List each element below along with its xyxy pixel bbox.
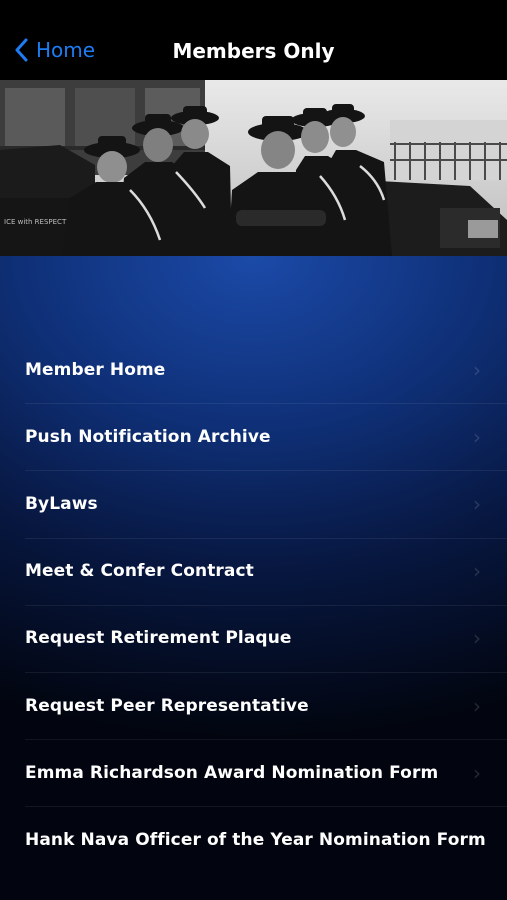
hero-image-text: ICE with RESPECT <box>4 218 67 226</box>
menu-item-push-notification-archive[interactable]: Push Notification Archive › <box>0 403 507 470</box>
page-title: Members Only <box>172 39 335 63</box>
menu-item-bylaws[interactable]: ByLaws › <box>0 470 507 537</box>
menu-item-hank-nava-officer-of-year-form[interactable]: Hank Nava Officer of the Year Nomination… <box>0 806 507 873</box>
menu-item-member-home[interactable]: Member Home › <box>0 336 507 403</box>
menu-item-label: ByLaws <box>25 493 98 514</box>
chevron-right-icon: › <box>473 760 481 785</box>
menu-item-label: Request Retirement Plaque <box>25 628 292 649</box>
chevron-right-icon: › <box>473 693 481 718</box>
members-menu-list: Member Home › Push Notification Archive … <box>0 336 507 874</box>
chevron-right-icon: › <box>473 357 481 382</box>
menu-item-emma-richardson-award-form[interactable]: Emma Richardson Award Nomination Form › <box>0 739 507 806</box>
menu-item-label: Request Peer Representative <box>25 695 309 716</box>
members-only-screen: Home Members Only ICE with RESPECT Membe… <box>0 0 507 900</box>
chevron-right-icon: › <box>473 491 481 516</box>
chevron-right-icon: › <box>473 424 481 449</box>
menu-item-label: Emma Richardson Award Nomination Form <box>25 762 439 783</box>
navigation-bar: Home Members Only <box>0 0 507 80</box>
menu-item-request-peer-representative[interactable]: Request Peer Representative › <box>0 671 507 739</box>
hero-banner: ICE with RESPECT <box>0 80 507 256</box>
chevron-right-icon: › <box>473 559 481 584</box>
menu-item-label: Hank Nava Officer of the Year Nomination… <box>25 829 486 850</box>
chevron-right-icon: › <box>473 827 481 852</box>
menu-item-label: Member Home <box>25 359 166 380</box>
menu-item-label: Push Notification Archive <box>25 426 271 447</box>
menu-item-meet-confer-contract[interactable]: Meet & Confer Contract › <box>0 537 507 605</box>
menu-item-request-retirement-plaque[interactable]: Request Retirement Plaque › <box>0 604 507 672</box>
officers-honor-guard-photo: ICE with RESPECT <box>0 80 507 256</box>
menu-item-label: Meet & Confer Contract <box>25 561 254 582</box>
chevron-right-icon: › <box>473 626 481 651</box>
